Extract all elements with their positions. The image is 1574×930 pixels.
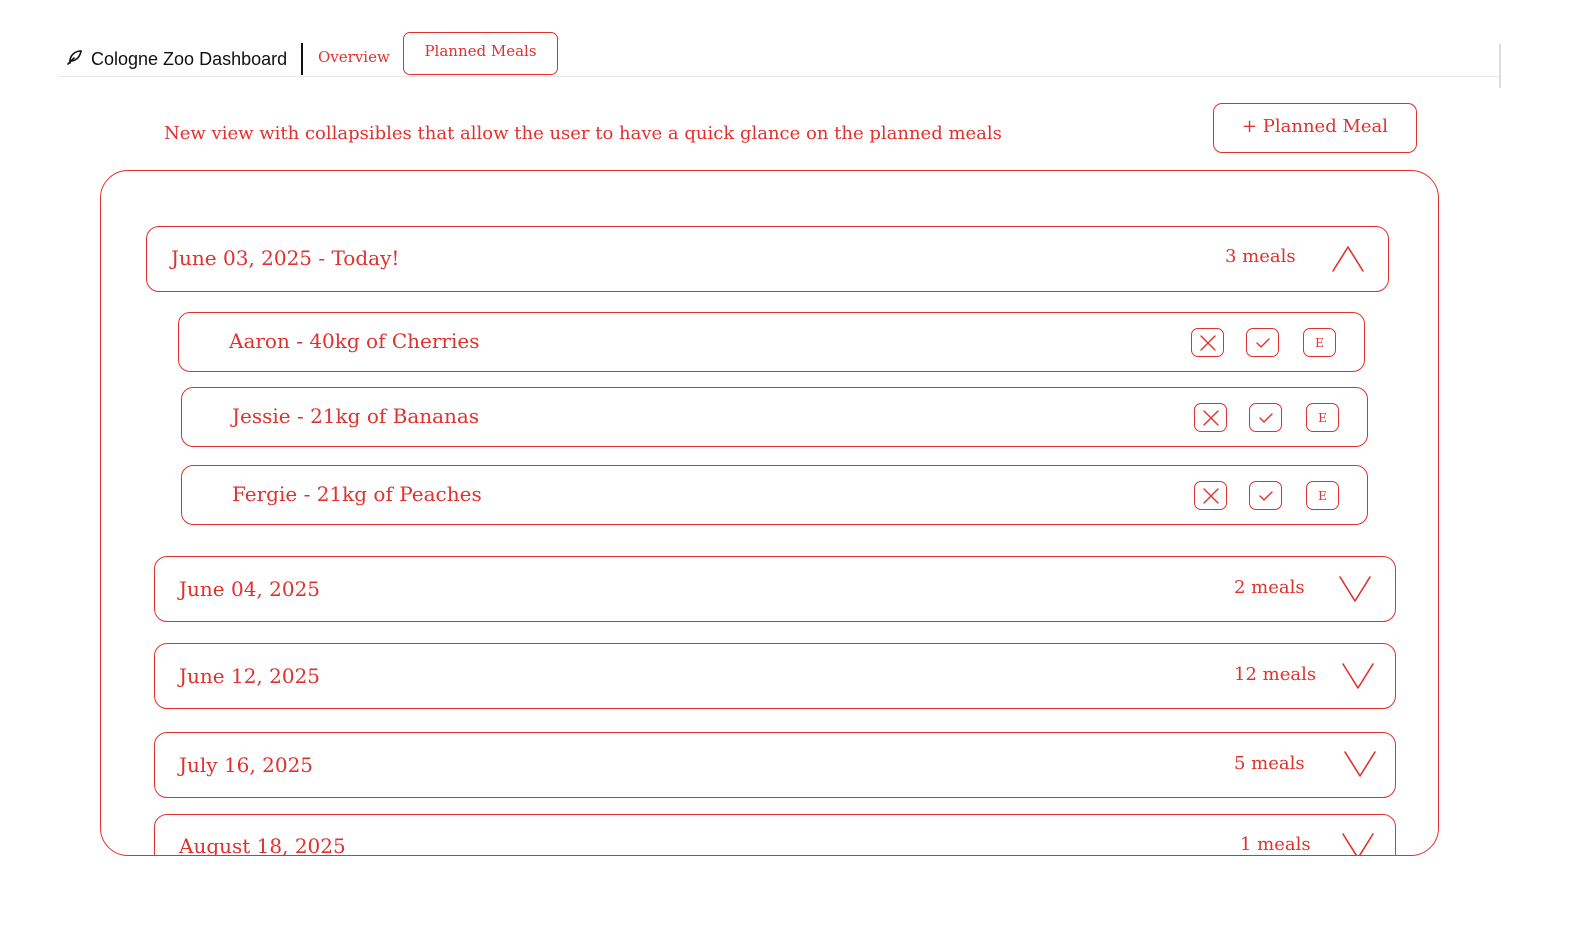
day-header[interactable]: June 03, 2025 - Today! 3 meals [146,226,1389,292]
delete-meal-button[interactable] [1194,481,1227,510]
delete-meal-button[interactable] [1194,403,1227,432]
meal-label: Jessie - 21kg of Bananas [232,404,480,428]
chevron-up-icon[interactable] [1331,244,1365,274]
feather-icon [66,48,84,71]
meal-label: Aaron - 40kg of Cherries [229,329,480,353]
x-icon [1199,334,1216,351]
confirm-meal-button[interactable] [1249,481,1282,510]
day-header[interactable]: June 04, 2025 2 meals [154,556,1396,622]
edit-meal-button[interactable]: E [1306,481,1339,510]
day-header[interactable]: July 16, 2025 5 meals [154,732,1396,798]
x-icon [1202,409,1219,426]
confirm-meal-button[interactable] [1246,328,1279,357]
check-icon [1258,490,1273,501]
confirm-meal-button[interactable] [1249,403,1282,432]
tab-overview[interactable]: Overview [318,48,390,66]
annotation-note: New view with collapsibles that allow th… [164,123,1002,144]
day-date: June 12, 2025 [179,664,321,688]
meal-count: 3 meals [1225,246,1296,267]
chevron-down-icon[interactable] [1338,574,1372,604]
check-icon [1258,412,1273,423]
meal-item: Aaron - 40kg of Cherries E [178,312,1365,372]
edit-meal-button[interactable]: E [1306,403,1339,432]
meal-label: Fergie - 21kg of Peaches [232,482,482,506]
edit-meal-button[interactable]: E [1303,328,1336,357]
day-date: August 18, 2025 [179,834,346,856]
check-icon [1255,337,1270,348]
meal-count: 5 meals [1234,753,1305,774]
meal-count: 2 meals [1234,577,1305,598]
tab-planned-meals[interactable]: Planned Meals [403,32,558,75]
meal-item: Fergie - 21kg of Peaches E [181,465,1368,525]
planned-meals-panel: June 03, 2025 - Today! 3 meals Aaron - 4… [100,170,1439,856]
chevron-down-icon[interactable] [1341,831,1375,855]
meal-count: 1 meals [1240,834,1311,855]
x-icon [1202,487,1219,504]
add-planned-meal-button[interactable]: + Planned Meal [1213,103,1417,153]
brand-divider [301,43,303,75]
meal-item: Jessie - 21kg of Bananas E [181,387,1368,447]
day-date: June 03, 2025 - Today! [171,246,400,270]
chevron-down-icon[interactable] [1343,749,1377,779]
delete-meal-button[interactable] [1191,328,1224,357]
day-header[interactable]: June 12, 2025 12 meals [154,643,1396,709]
day-date: June 04, 2025 [179,577,321,601]
app-title: Cologne Zoo Dashboard [91,48,288,69]
app-brand: Cologne Zoo Dashboard [66,46,287,72]
meal-count: 12 meals [1234,664,1317,685]
day-date: July 16, 2025 [179,753,314,777]
day-header[interactable]: August 18, 2025 1 meals [154,814,1396,856]
chevron-down-icon[interactable] [1341,661,1375,691]
header-edge [1499,44,1501,88]
header-divider [58,76,1500,77]
